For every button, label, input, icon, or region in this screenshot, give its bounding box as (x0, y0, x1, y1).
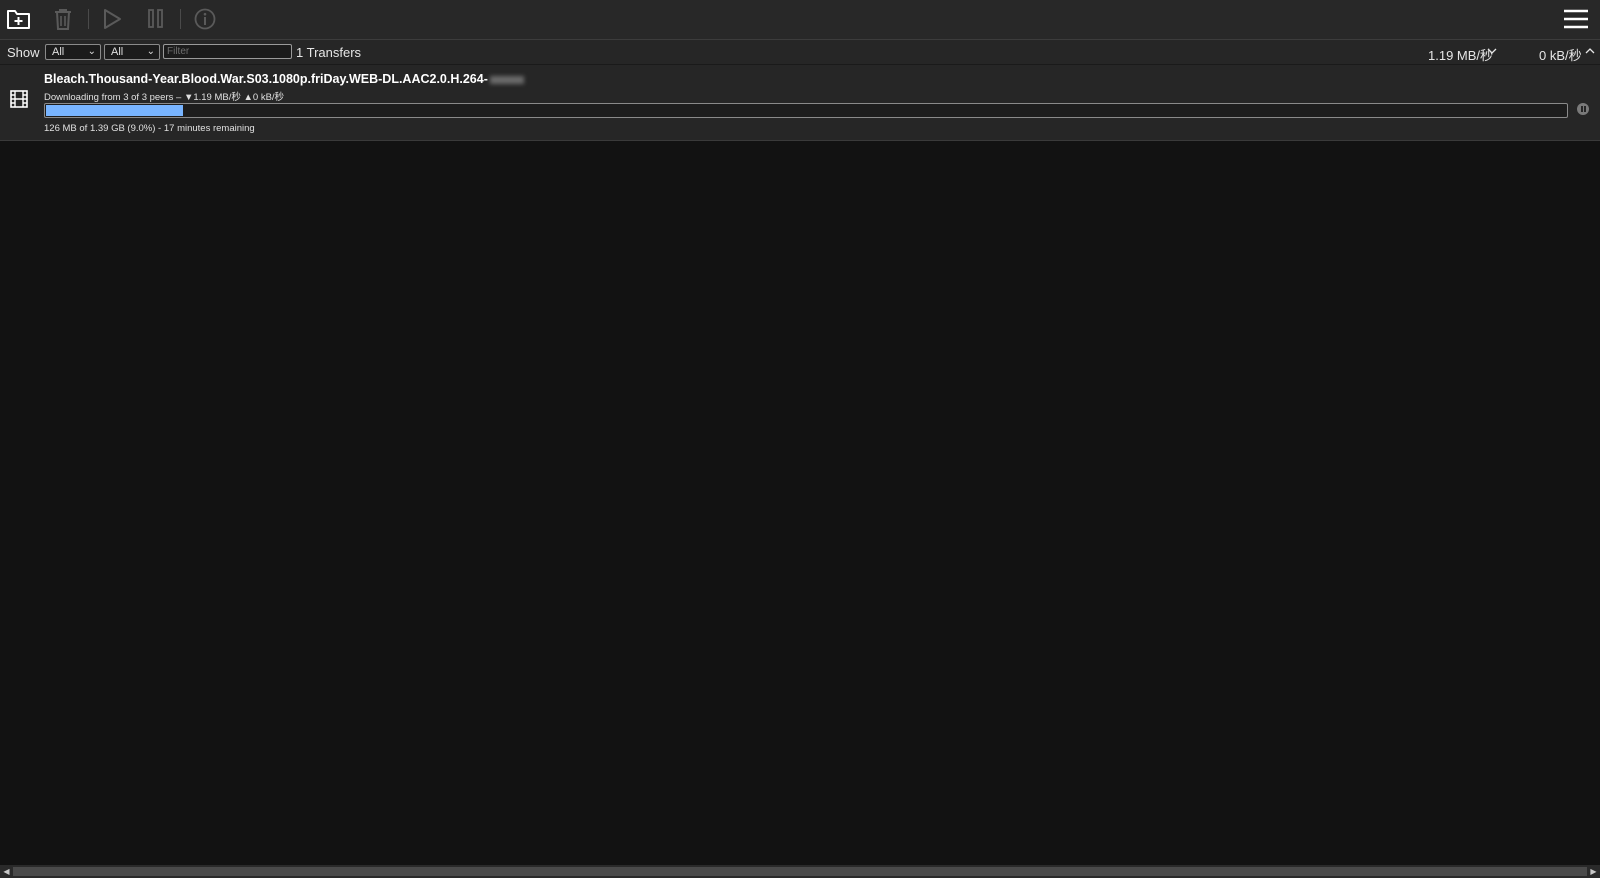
start-torrent-button[interactable] (97, 4, 127, 34)
upload-speed: 0 kB/秒 (1539, 48, 1582, 63)
redacted-text (489, 75, 524, 84)
main-menu-button[interactable] (1561, 4, 1591, 34)
show-label: Show (7, 45, 40, 60)
film-icon (10, 90, 28, 108)
scroll-left-icon[interactable]: ◀ (0, 865, 13, 878)
progress-fill (46, 105, 183, 116)
torrent-progress-text: 126 MB of 1.39 GB (9.0%) - 17 minutes re… (44, 123, 255, 134)
folder-add-icon (7, 10, 30, 29)
pause-icon[interactable] (1577, 103, 1589, 115)
upload-arrow-icon (1585, 48, 1595, 54)
tracker-filter-value: All (111, 46, 124, 58)
scroll-right-icon[interactable]: ▶ (1587, 865, 1600, 878)
status-filter-select[interactable]: All ⌄ (45, 44, 101, 60)
toolbar-separator (180, 9, 181, 29)
info-icon (194, 8, 216, 30)
inspector-button[interactable] (190, 4, 220, 34)
torrent-name: Bleach.Thousand-Year.Blood.War.S03.1080p… (44, 72, 524, 86)
filter-input[interactable] (163, 44, 292, 59)
open-torrent-button[interactable] (4, 4, 34, 34)
torrent-row[interactable]: Bleach.Thousand-Year.Blood.War.S03.1080p… (0, 65, 1600, 141)
chevron-down-icon: ⌄ (87, 46, 96, 57)
status-filter-value: All (52, 46, 65, 58)
scrollbar-thumb[interactable] (13, 867, 1587, 876)
torrent-name-text: Bleach.Thousand-Year.Blood.War.S03.1080p… (44, 72, 488, 86)
chevron-down-icon: ⌄ (146, 46, 155, 57)
filter-bar: Show All ⌄ All ⌄ 1 Transfers 1.19 MB/秒 0… (0, 40, 1600, 65)
pause-icon (148, 9, 163, 28)
horizontal-scrollbar[interactable]: ◀ ▶ (0, 865, 1600, 878)
transfer-count: 1 Transfers (296, 45, 362, 60)
toolbar-separator (88, 9, 89, 29)
toolbar (0, 0, 1600, 40)
tracker-filter-select[interactable]: All ⌄ (104, 44, 160, 60)
hamburger-menu-icon (1564, 9, 1588, 29)
pause-torrent-button[interactable] (141, 4, 171, 34)
download-arrow-icon (1487, 48, 1497, 54)
play-icon (104, 9, 121, 29)
progress-bar (44, 103, 1568, 118)
torrent-peers: Downloading from 3 of 3 peers – ▼1.19 MB… (44, 92, 285, 103)
download-speed: 1.19 MB/秒 (1428, 48, 1494, 63)
trash-icon (55, 9, 71, 30)
remove-torrent-button[interactable] (48, 4, 78, 34)
